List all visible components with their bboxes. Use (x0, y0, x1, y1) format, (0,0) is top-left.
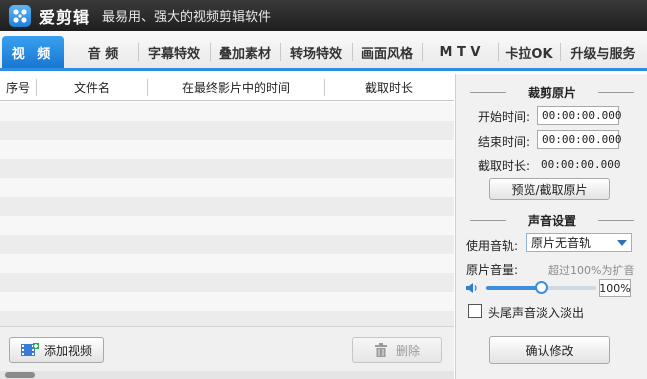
app-logo-icon (9, 4, 31, 27)
list-row (0, 235, 454, 254)
main-tab-bar: 视 频 音 频 字幕特效 叠加素材 转场特效 画面风格 M T V 卡拉OK 升… (0, 31, 647, 71)
start-time-label: 开始时间: (478, 110, 531, 124)
tab-video[interactable]: 视 频 (2, 36, 64, 68)
list-row (0, 197, 454, 216)
column-index[interactable]: 序号 (0, 74, 36, 101)
column-duration[interactable]: 截取时长 (325, 74, 453, 101)
tab-separator (560, 43, 561, 61)
horizontal-scrollbar[interactable] (0, 371, 454, 379)
video-list-panel: 序号 文件名 在最终影片中的时间 截取时长 添加视频 删除 (0, 74, 454, 379)
tab-separator (352, 43, 353, 61)
app-slogan: 最易用、强大的视频剪辑软件 (102, 10, 272, 25)
tab-separator (280, 43, 281, 61)
list-row (0, 102, 454, 121)
tab-mtv[interactable]: M T V (424, 36, 496, 68)
clip-section-label: 裁剪原片 (527, 85, 576, 100)
film-add-icon (20, 343, 39, 357)
list-row (0, 216, 454, 235)
audio-section-title: 声音设置 (456, 212, 647, 228)
audio-track-label: 使用音轨: (466, 239, 519, 253)
tab-audio[interactable]: 音 频 (70, 36, 136, 68)
end-time-label: 结束时间: (478, 135, 531, 149)
scrollbar-thumb[interactable] (5, 372, 35, 378)
list-row (0, 254, 454, 273)
clip-section-title: 裁剪原片 (456, 84, 647, 100)
list-row (0, 292, 454, 311)
tab-overlay-materials[interactable]: 叠加素材 (212, 36, 278, 68)
title-bar: 爱剪辑 最易用、强大的视频剪辑软件 (0, 0, 647, 31)
video-list-rows[interactable] (0, 102, 454, 330)
list-row (0, 159, 454, 178)
divider (598, 92, 634, 93)
app-name: 爱剪辑 (39, 7, 91, 27)
divider (598, 220, 634, 221)
tab-picture-style[interactable]: 画面风格 (354, 36, 420, 68)
volume-slider-handle[interactable] (535, 281, 548, 294)
chevron-down-icon (617, 240, 627, 246)
fade-label[interactable]: 头尾声音淡入淡出 (488, 304, 584, 321)
fade-checkbox[interactable] (468, 304, 482, 318)
audio-track-select[interactable]: 原片无音轨 (526, 233, 632, 252)
duration-value: 00:00:00.000 (541, 158, 621, 171)
preview-clip-button[interactable]: 预览/截取原片 (489, 178, 610, 200)
volume-percent-field[interactable]: 100% (599, 279, 631, 297)
tab-separator (498, 43, 499, 61)
tab-separator (422, 43, 423, 61)
volume-slider-fill (486, 286, 541, 290)
tab-subtitle-effects[interactable]: 字幕特效 (140, 36, 208, 68)
end-time-input[interactable]: 00:00:00.000 (537, 130, 621, 149)
tab-separator (138, 43, 139, 61)
duration-label: 截取时长: (478, 159, 531, 173)
column-filename[interactable]: 文件名 (37, 74, 147, 101)
speaker-icon (466, 282, 480, 294)
delete-button[interactable]: 删除 (352, 337, 442, 363)
list-row (0, 273, 454, 292)
audio-section-label: 声音设置 (527, 213, 576, 228)
volume-label: 原片音量: (466, 263, 519, 277)
volume-hint: 超过100%为扩音 (548, 264, 635, 277)
tab-karaoke[interactable]: 卡拉OK (500, 36, 558, 68)
start-time-input[interactable]: 00:00:00.000 (537, 106, 621, 125)
column-timeline-time[interactable]: 在最终影片中的时间 (148, 74, 324, 101)
list-row (0, 140, 454, 159)
confirm-changes-button[interactable]: 确认修改 (489, 336, 610, 364)
add-video-label: 添加视频 (43, 343, 92, 358)
add-video-button[interactable]: 添加视频 (9, 337, 104, 363)
trash-icon (374, 343, 388, 357)
tab-separator (210, 43, 211, 61)
list-row (0, 178, 454, 197)
audio-track-value: 原片无音轨 (531, 236, 592, 250)
list-header: 序号 文件名 在最终影片中的时间 截取时长 (0, 74, 454, 101)
tab-transition-effects[interactable]: 转场特效 (282, 36, 350, 68)
delete-label: 删除 (395, 343, 420, 358)
tab-upgrade-service[interactable]: 升级与服务 (562, 36, 644, 68)
divider (470, 220, 506, 221)
divider (470, 92, 506, 93)
list-row (0, 121, 454, 140)
properties-panel: 裁剪原片 开始时间: 00:00:00.000 结束时间: 00:00:00.0… (455, 74, 647, 379)
